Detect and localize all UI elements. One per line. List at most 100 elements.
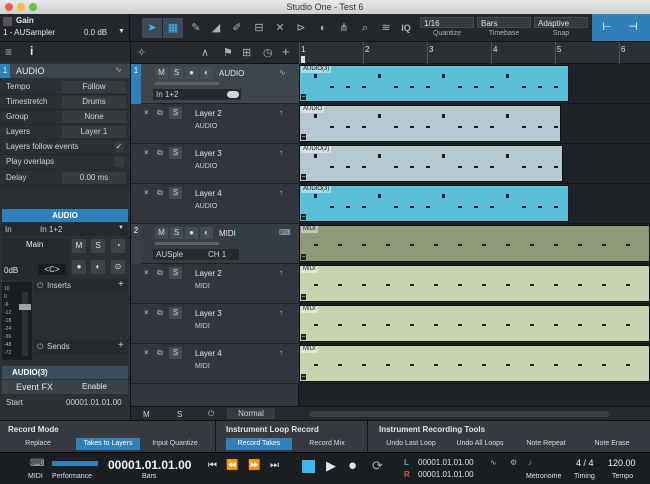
toggle-switch[interactable] [227,91,239,98]
record-takes-button[interactable]: Record Takes [226,438,292,450]
power-icon[interactable]: ⏻ [37,342,43,352]
mute-tool-icon[interactable]: ✕ [270,18,290,38]
undo-all-loops-button[interactable]: Undo All Loops [447,438,513,450]
fader-meter[interactable]: 10 0 -6 -12 -18 -24 -36 -48 -72 [2,282,32,360]
midi-event[interactable]: MIDI ‒ [299,265,650,302]
event-handle[interactable]: ‒ [301,134,307,140]
power-icon[interactable]: ⏻ [208,409,214,419]
arrow-up-icon[interactable]: ↑ [279,348,283,357]
midi-event[interactable]: MIDI ‒ [299,225,650,262]
arrow-tool-icon[interactable]: ➤ [142,18,162,38]
arrow-up-icon[interactable]: ↑ [279,308,283,317]
arrow-up-icon[interactable]: ↑ [279,148,283,157]
copy-icon[interactable]: ⧉ [157,268,163,278]
replace-button[interactable]: Replace [4,438,72,450]
record-icon[interactable]: ● [72,260,86,274]
loop-icon[interactable]: ⟳ [372,458,383,474]
global-solo-button[interactable]: S [177,410,182,419]
menu-icon[interactable]: ≡ [5,45,12,59]
record-mix-button[interactable]: Record Mix [295,438,359,450]
note-erase-button[interactable]: Note Erase [580,438,644,450]
eraser-tool-icon[interactable]: ◢ [206,18,226,38]
audio-event[interactable]: AUDIO(3) ‒ [299,185,569,222]
inspector-track-header[interactable]: 1 AUDIO ∿ [0,64,130,78]
snap-select[interactable]: Adaptive Snap [534,17,588,39]
solo-button[interactable]: S [169,347,182,359]
loop-end-value[interactable]: 00001.01.01.00 [418,470,474,479]
solo-button[interactable]: S [169,107,182,119]
delay-input[interactable]: 0.00 ms [62,172,126,184]
arrange-lane[interactable]: AUDIO(2) ‒ [299,144,650,184]
play-overlaps-checkbox[interactable] [114,157,124,167]
minimize-window-button[interactable] [17,3,25,11]
ruler[interactable]: 1 2 3 4 5 6 [299,42,650,64]
add-track-icon[interactable]: + [282,44,290,59]
pencil-tool-icon[interactable]: ✎ [186,18,206,38]
solo-button[interactable]: S [169,147,182,159]
arrange-lane[interactable]: AUDIO ‒ [299,104,650,144]
solo-button[interactable]: S [169,307,182,319]
solo-button[interactable]: S [169,267,182,279]
arrow-up-icon[interactable]: ↑ [279,108,283,117]
group-select[interactable]: None [62,111,126,123]
tempo-select[interactable]: Follow [62,81,126,93]
record-icon[interactable]: ● [185,67,198,79]
audio-bend-icon[interactable]: ≋ [376,18,396,38]
grid-icon[interactable]: ⊞ [242,46,251,59]
quantize-select[interactable]: 1/16 Quantize [420,17,474,39]
fast-forward-icon[interactable]: ⏩ [248,460,260,471]
time-display[interactable]: 00001.01.01.00 [108,458,191,472]
play-icon[interactable]: ▶ [326,458,336,474]
track-name[interactable]: MIDI [219,229,236,238]
snap-to-events-icon[interactable]: ⊣ [622,19,644,36]
zoom-tool-icon[interactable]: ⌕ [355,18,375,38]
listen-tool-icon[interactable]: ◖ [312,18,332,38]
copy-icon[interactable]: ⧉ [157,348,163,358]
takes-to-layers-button[interactable]: Takes to Layers [76,438,140,450]
add-insert-icon[interactable]: + [118,279,124,290]
event-handle[interactable]: ‒ [301,294,307,300]
layer-name[interactable]: Layer 2 [195,109,222,118]
arrange-lane[interactable]: AUDIO(3) ‒ [299,184,650,224]
folder-track[interactable]: 2 M S ● ◐ MIDI ⌨ AUSple CH 1 [131,224,299,264]
layer-name[interactable]: Layer 4 [195,349,222,358]
paint-tool-icon[interactable]: ✐ [227,18,247,38]
midi-event[interactable]: MIDI ‒ [299,345,650,382]
sends-header[interactable]: ⏻ Sends + [34,340,128,354]
note-repeat-button[interactable]: Note Repeat [516,438,576,450]
close-icon[interactable]: × [144,108,149,117]
info-icon[interactable]: i [30,44,33,58]
go-to-end-icon[interactable]: ⏭ [270,460,279,471]
time-signature-value[interactable]: 4 / 4 [576,458,594,468]
timebase-select[interactable]: Bars Timebase [477,17,531,39]
horizontal-scrollbar[interactable] [299,406,650,420]
rewind-icon[interactable]: ⏪ [226,460,238,471]
close-icon[interactable]: × [144,188,149,197]
toggle-icon[interactable]: ⊙ [111,260,125,274]
close-icon[interactable]: × [144,268,149,277]
audio-event[interactable]: AUDIO(3) ‒ [299,65,569,102]
tempo-value[interactable]: 120.00 [608,458,636,468]
event-handle[interactable]: ‒ [301,254,307,260]
close-icon[interactable]: × [144,348,149,357]
copy-icon[interactable]: ⧉ [157,108,163,118]
close-icon[interactable]: × [144,148,149,157]
automation-icon[interactable]: ∧ [201,46,209,59]
playhead-marker[interactable] [301,56,305,63]
solo-button[interactable]: S [91,239,105,253]
click-icon[interactable]: ∿ [490,458,497,467]
timestretch-select[interactable]: Drums [62,96,126,108]
layers-select[interactable]: Layer 1 [62,126,126,138]
instrument-display[interactable]: Gain 1 - AUSampler 0.0 dB ▼ [0,14,130,41]
copy-icon[interactable]: ⧉ [157,308,163,318]
monitor-icon[interactable]: ◐ [200,227,213,239]
inserts-header[interactable]: ⏻ Inserts + [34,279,128,293]
range-tool-icon[interactable]: ▦ [163,18,183,38]
layer-track[interactable]: × ⧉ S Layer 4 ↑ AUDIO [131,184,299,224]
arrange-lane[interactable]: MIDI ‒ [299,344,650,384]
mute-button[interactable]: M [155,227,168,239]
stop-button[interactable] [302,460,315,473]
input-quantize-button[interactable]: Input Quantize [144,438,206,450]
midi-keyboard-icon[interactable]: ⌨ [30,458,44,469]
layer-name[interactable]: Layer 4 [195,189,222,198]
